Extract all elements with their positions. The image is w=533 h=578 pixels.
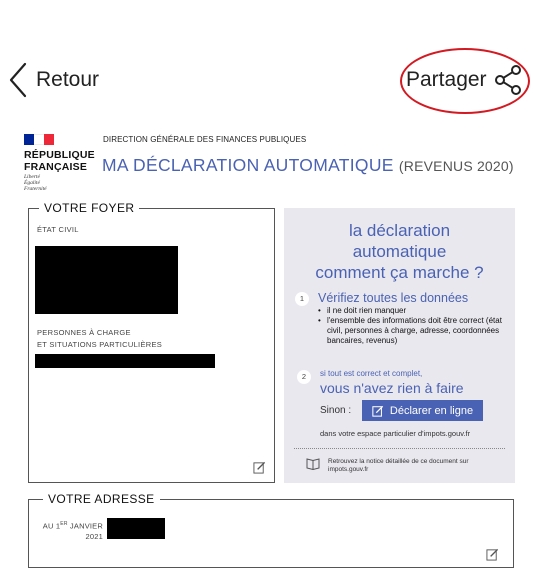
redacted-block [107,518,165,539]
chevron-left-icon [9,62,27,98]
page-title: MA DÉCLARATION AUTOMATIQUE (REVENUS 2020… [102,155,514,175]
edit-icon[interactable] [253,461,266,474]
foyer-section: VOTRE FOYER ÉTAT CIVIL PERSONNES À CHARG… [28,200,275,483]
step2-title: vous n'avez rien à faire [320,380,464,396]
step2-intro: si tout est correct et complet, [320,369,423,378]
step1-title: Vérifiez toutes les données [318,291,469,305]
adresse-legend: VOTRE ADRESSE [43,491,160,507]
back-label: Retour [36,68,100,91]
redacted-block [35,246,178,314]
dgfip-label: DIRECTION GÉNÉRALE DES FINANCES PUBLIQUE… [103,135,307,144]
book-icon [306,458,320,470]
step-number: 1 [295,292,309,306]
share-label: Partager [406,68,487,91]
declare-online-button[interactable]: Déclarer en ligne [362,400,483,421]
sinon-label: Sinon : [320,405,352,416]
republic-motto: Liberté Égalité Fraternité [24,174,47,192]
list-item: l'ensemble des informations doit être co… [318,316,508,346]
help-panel: la déclaration automatique comment ça ma… [284,208,515,483]
share-button[interactable]: Partager [400,48,530,114]
espace-text: dans votre espace particulier d'impots.g… [320,429,471,438]
etat-civil-label: ÉTAT CIVIL [37,225,79,234]
foyer-legend: VOTRE FOYER [39,200,140,216]
notice-text: Retrouvez la notice détaillée de ce docu… [328,458,469,473]
page-subtitle: (REVENUS 2020) [398,158,514,174]
list-item: il ne doit rien manquer [318,306,508,316]
share-icon [495,65,521,95]
back-button[interactable]: Retour [8,62,99,98]
declare-button-label: Déclarer en ligne [389,404,474,417]
adresse-section: VOTRE ADRESSE AU 1ER JANVIER 2021 [28,491,514,568]
help-title: la déclaration automatique comment ça ma… [315,221,484,282]
divider [294,448,505,449]
step-number: 2 [297,370,311,384]
french-flag-logo [24,134,54,145]
personnes-charge-label: PERSONNES À CHARGE ET SITUATIONS PARTICU… [37,328,163,349]
edit-icon[interactable] [486,548,499,561]
republic-logo-text: RÉPUBLIQUE FRANÇAISE [24,149,95,173]
step1-list: il ne doit rien manquer l'ensemble des i… [318,306,508,346]
redacted-block [35,354,215,368]
edit-icon [372,405,384,417]
date-label: AU 1ER JANVIER 2021 [42,521,103,541]
